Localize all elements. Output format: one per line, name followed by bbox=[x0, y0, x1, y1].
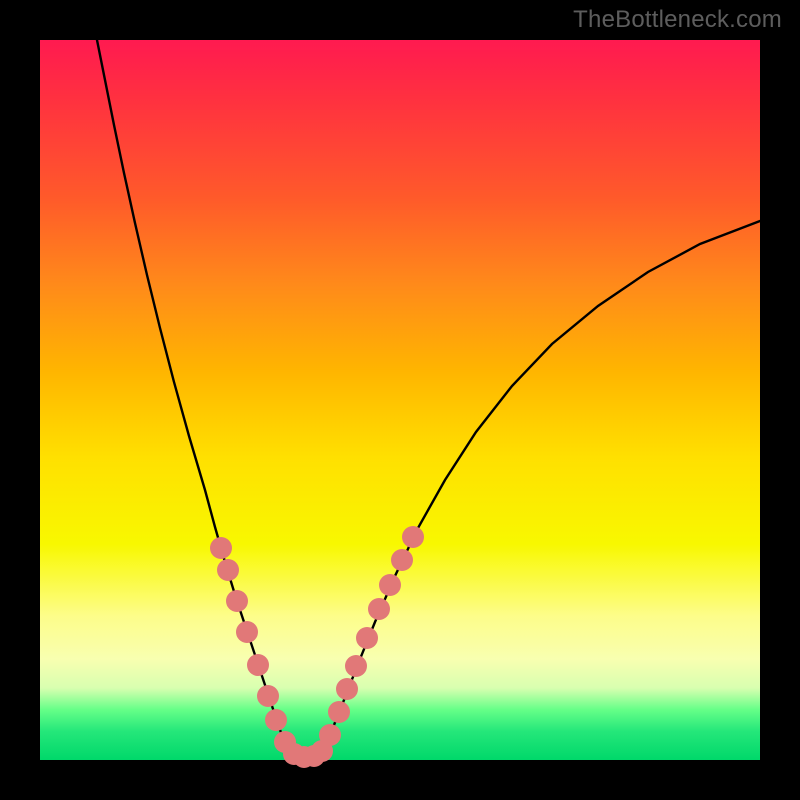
chart-frame: TheBottleneck.com bbox=[0, 0, 800, 800]
marker-dot bbox=[345, 655, 367, 677]
watermark-text: TheBottleneck.com bbox=[573, 6, 782, 34]
marker-dot bbox=[226, 590, 248, 612]
marker-dot bbox=[336, 678, 358, 700]
marker-dot bbox=[265, 709, 287, 731]
curve-left bbox=[97, 40, 290, 752]
marker-dot bbox=[319, 724, 341, 746]
marker-dot bbox=[210, 537, 232, 559]
marker-group bbox=[210, 526, 424, 768]
marker-dot bbox=[328, 701, 350, 723]
marker-dot bbox=[368, 598, 390, 620]
plot-area bbox=[40, 40, 760, 760]
marker-dot bbox=[356, 627, 378, 649]
marker-dot bbox=[257, 685, 279, 707]
marker-dot bbox=[247, 654, 269, 676]
marker-dot bbox=[236, 621, 258, 643]
marker-dot bbox=[391, 549, 413, 571]
curve-right bbox=[322, 221, 760, 752]
marker-dot bbox=[402, 526, 424, 548]
marker-dot bbox=[217, 559, 239, 581]
curve-svg bbox=[40, 40, 760, 760]
marker-dot bbox=[379, 574, 401, 596]
